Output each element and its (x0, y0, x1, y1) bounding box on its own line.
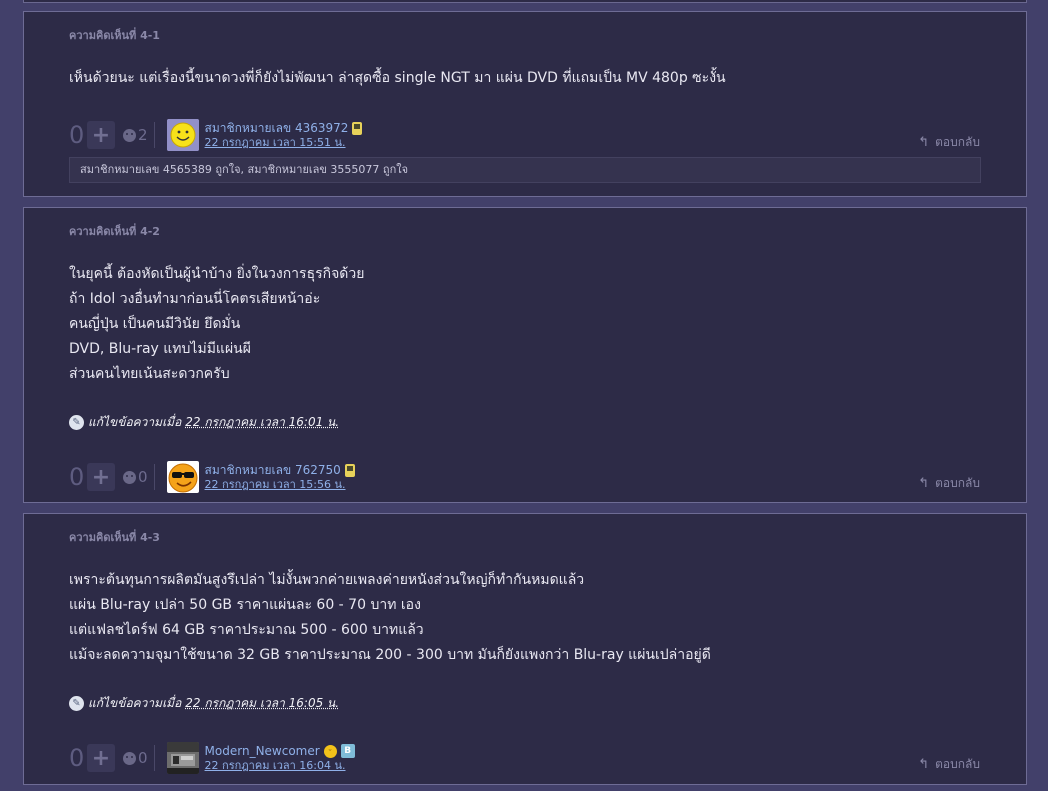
edit-label: แก้ไขข้อความเมื่อ (88, 415, 182, 429)
smiley-avatar-icon (166, 119, 199, 151)
vote-count: 0 (69, 463, 85, 491)
comment-body-line: คนญี่ปุ่น เป็นคนมีวินัย ยึดมั่น (69, 316, 241, 332)
author-block: สมาชิกหมายเลข 762750 22 กรกฎาคม เวลา 15:… (205, 462, 355, 492)
emotion-count: 2 (138, 126, 148, 144)
author-name: Modern_Newcomer ᵕ B (205, 743, 355, 759)
laughing-emoji-badge-icon: ᵕ (323, 744, 337, 758)
comment-body-line: ถ้า Idol วงอื่นทำมาก่อนนี่โคตรเสียหน้าอ่… (69, 291, 321, 307)
emotion-icon (123, 470, 136, 484)
comment-title: ความคิดเห็นที่ 4-1 (69, 29, 160, 42)
vote-plus-button[interactable]: + (87, 121, 115, 149)
divider (153, 122, 155, 148)
comment-card-4-3: ความคิดเห็นที่ 4-3 เพราะต้นทุนการผลิตมัน… (23, 513, 1027, 785)
edit-date: 22 กรกฎาคม เวลา 16:05 น. (185, 696, 340, 710)
reply-label: ตอบกลับ (935, 757, 980, 771)
vote-count: 0 (69, 744, 85, 772)
reply-icon: ↰ (918, 476, 930, 491)
emotion-count: 0 (138, 468, 148, 486)
reply-label: ตอบกลับ (935, 476, 980, 490)
plus-icon: + (91, 464, 111, 490)
vote-count: 0 (69, 121, 85, 149)
plus-icon: + (91, 745, 111, 771)
mobile-badge-icon (352, 121, 363, 135)
author-block: สมาชิกหมายเลข 4363972 22 กรกฎาคม เวลา 15… (205, 120, 363, 150)
author-link[interactable]: สมาชิกหมายเลข 4363972 (205, 120, 349, 136)
edit-note: ✎ แก้ไขข้อความเมื่อ 22 กรกฎาคม เวลา 16:0… (69, 413, 339, 432)
comment-body: เพราะต้นทุนการผลิตมันสูงรึเปล่า ไม่งั้นพ… (69, 568, 711, 668)
author-link[interactable]: Modern_Newcomer (205, 743, 320, 759)
edit-note: ✎ แก้ไขข้อความเมื่อ 22 กรกฎาคม เวลา 16:0… (69, 694, 339, 713)
plus-icon: + (91, 122, 111, 148)
comment-body-line: ส่วนคนไทยเน้นสะดวกครับ (69, 366, 230, 382)
comment-card-4-1: ความคิดเห็นที่ 4-1 เห็นด้วยนะ แต่เรื่องน… (23, 11, 1027, 197)
vote-row: 0 + 0 สมาชิกหมายเลข 762750 22 กรกฎาคม เว… (69, 461, 355, 493)
blog-badge-icon: B (340, 744, 355, 758)
divider (153, 745, 155, 771)
avatar[interactable] (166, 461, 199, 493)
edit-icon: ✎ (69, 696, 84, 711)
avatar[interactable] (166, 119, 199, 151)
reply-label: ตอบกลับ (935, 135, 980, 149)
comment-date[interactable]: 22 กรกฎาคม เวลา 16:04 น. (205, 759, 355, 773)
emotion-button[interactable]: 0 (123, 468, 148, 486)
comment-date[interactable]: 22 กรกฎาคม เวลา 15:56 น. (205, 478, 355, 492)
comment-card-4-2: ความคิดเห็นที่ 4-2 ในยุคนี้ ต้องหัดเป็นผ… (23, 207, 1027, 503)
author-block: Modern_Newcomer ᵕ B 22 กรกฎาคม เวลา 16:0… (205, 743, 355, 773)
comment-body: เห็นด้วยนะ แต่เรื่องนี้ขนาดวงพี่ก็ยังไม่… (69, 66, 726, 91)
comment-body-line: แต่แฟลชไดร์ฟ 64 GB ราคาประมาณ 500 - 600 … (69, 622, 424, 638)
comment-body-line: แผ่น Blu-ray เปล่า 50 GB ราคาแผ่นละ 60 -… (69, 597, 421, 613)
reply-button[interactable]: ↰ ตอบกลับ (918, 755, 980, 774)
emotion-icon (123, 751, 136, 765)
author-link[interactable]: สมาชิกหมายเลข 762750 (205, 462, 341, 478)
vote-row: 0 + 0 Modern_Newcomer ᵕ B 22 กรกฎาคม เวล… (69, 742, 355, 774)
comment-body: ในยุคนี้ ต้องหัดเป็นผู้นำบ้าง ยิ่งในวงกา… (69, 262, 364, 387)
author-name: สมาชิกหมายเลข 4363972 (205, 120, 363, 136)
comment-body-line: แม้จะลดความจุมาใช้ขนาด 32 GB ราคาประมาณ … (69, 647, 711, 663)
divider (153, 464, 155, 490)
sunglasses-smiley-avatar-icon (166, 461, 199, 493)
emotion-icon (123, 128, 136, 142)
comment-title: ความคิดเห็นที่ 4-2 (69, 225, 160, 238)
emotion-count: 0 (138, 749, 148, 767)
avatar[interactable] (166, 742, 199, 774)
reply-icon: ↰ (918, 757, 930, 772)
comment-body-line: เพราะต้นทุนการผลิตมันสูงรึเปล่า ไม่งั้นพ… (69, 572, 585, 588)
edit-date: 22 กรกฎาคม เวลา 16:01 น. (185, 415, 340, 429)
edit-label: แก้ไขข้อความเมื่อ (88, 696, 182, 710)
comment-body-line: ในยุคนี้ ต้องหัดเป็นผู้นำบ้าง ยิ่งในวงกา… (69, 266, 365, 282)
comment-body-line: เห็นด้วยนะ แต่เรื่องนี้ขนาดวงพี่ก็ยังไม่… (69, 70, 726, 86)
vote-plus-button[interactable]: + (87, 744, 115, 772)
comment-body-line: DVD, Blu-ray แทบไม่มีแผ่นผี (69, 341, 251, 357)
emotion-button[interactable]: 2 (123, 126, 148, 144)
comment-date[interactable]: 22 กรกฎาคม เวลา 15:51 น. (205, 136, 363, 150)
previous-card-edge (23, 0, 1027, 3)
likes-bar: สมาชิกหมายเลข 4565389 ถูกใจ, สมาชิกหมายเ… (69, 157, 981, 183)
vote-row: 0 + 2 สมาชิกหมายเลข 4363972 22 กรกฎาคม เ… (69, 119, 363, 151)
reply-button[interactable]: ↰ ตอบกลับ (918, 133, 980, 152)
vote-plus-button[interactable]: + (87, 463, 115, 491)
reply-button[interactable]: ↰ ตอบกลับ (918, 474, 980, 493)
reply-icon: ↰ (918, 135, 930, 150)
photo-avatar-icon (166, 742, 199, 774)
author-name: สมาชิกหมายเลข 762750 (205, 462, 355, 478)
comment-title: ความคิดเห็นที่ 4-3 (69, 531, 160, 544)
emotion-button[interactable]: 0 (123, 749, 148, 767)
edit-icon: ✎ (69, 415, 84, 430)
mobile-badge-icon (344, 463, 355, 477)
